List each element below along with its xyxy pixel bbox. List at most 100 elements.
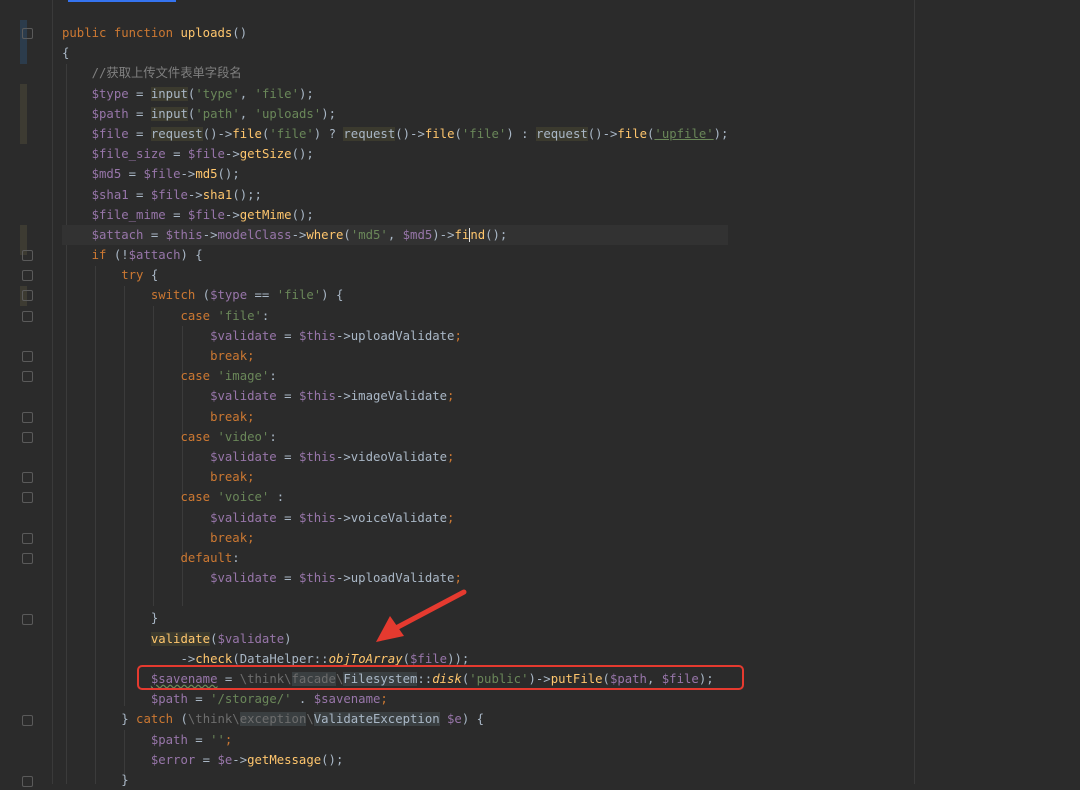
red-arrow-annotation-icon (376, 589, 467, 642)
code-line[interactable]: case 'voice' : (62, 487, 728, 507)
punctuation: ( (173, 712, 188, 727)
code-line[interactable]: $file_mime = $file->getMime(); (62, 205, 728, 225)
string: '/storage/' (210, 692, 292, 707)
fold-marker-icon[interactable] (22, 553, 33, 564)
operator: -> (335, 328, 351, 343)
punctuation: } (150, 611, 159, 626)
fold-marker-icon[interactable] (22, 432, 33, 443)
property: voiceValidate (350, 510, 448, 525)
string: 'file' (461, 126, 507, 141)
code-line[interactable]: switch ($type == 'file') { (62, 285, 728, 305)
code-line[interactable]: public function uploads() (62, 23, 728, 43)
code-editor[interactable]: public function uploads() { //获取上传文件表单字段… (0, 0, 1080, 787)
string: 'image' (217, 369, 270, 384)
string: 'file' (254, 86, 299, 101)
operator: -> (224, 147, 240, 162)
code-line[interactable]: $validate = $this->imageValidate; (62, 386, 728, 406)
code-line[interactable]: $path = ''; (62, 730, 728, 750)
string: 'file' (276, 288, 322, 303)
operator: = (276, 389, 299, 404)
operator: = (128, 106, 151, 121)
code-line-current[interactable]: $attach = $this->modelClass->where('md5'… (62, 224, 729, 246)
fold-marker-icon[interactable] (22, 311, 33, 322)
operator: = (276, 510, 299, 525)
punctuation: ; (380, 692, 388, 707)
method: sha1 (202, 187, 233, 202)
code-line[interactable]: $error = $e->getMessage(); (62, 750, 728, 770)
code-line[interactable]: break; (62, 467, 728, 487)
variable: $file (150, 187, 188, 202)
operator: = (165, 147, 188, 162)
code-line[interactable]: break; (62, 528, 728, 548)
right-margin-guide (914, 0, 915, 784)
punctuation: ); (713, 126, 729, 141)
code-line[interactable]: $file = request()->file('file') ? reques… (62, 124, 728, 144)
string: 'path' (195, 106, 240, 121)
variable: $validate (210, 328, 277, 343)
punctuation: ; (454, 571, 462, 586)
code-line[interactable]: break; (62, 407, 728, 427)
code-line[interactable]: case 'file': (62, 306, 728, 326)
fold-marker-icon[interactable] (22, 371, 33, 382)
fold-marker-icon[interactable] (22, 715, 33, 726)
variable: $validate (210, 389, 277, 404)
punctuation: (); (217, 167, 240, 182)
comment: //获取上传文件表单字段名 (91, 66, 242, 81)
namespace: \think\ (187, 712, 240, 727)
fold-marker-icon[interactable] (22, 492, 33, 503)
operator: -> (232, 752, 248, 767)
code-line[interactable]: { (62, 43, 728, 63)
punctuation: } (121, 712, 137, 727)
code-line[interactable]: $validate = $this->uploadValidate; (62, 326, 728, 346)
code-line[interactable]: if (!$attach) { (62, 245, 728, 265)
code-line[interactable]: break; (62, 346, 728, 366)
fold-marker-icon[interactable] (22, 28, 33, 39)
code-line[interactable]: //获取上传文件表单字段名 (62, 63, 728, 83)
string: 'upfile' (654, 126, 714, 141)
punctuation: ); (321, 106, 336, 121)
code-line[interactable]: } (62, 770, 728, 790)
function-name: uploads (180, 26, 233, 40)
fold-marker-icon[interactable] (22, 351, 33, 362)
code-line[interactable]: $validate = $this->videoValidate; (62, 447, 728, 467)
code-line[interactable]: } catch (\think\exception\ValidateExcept… (62, 709, 728, 729)
function-call: validate (150, 631, 211, 646)
property: imageValidate (350, 389, 448, 404)
code-line[interactable]: $sha1 = $file->sha1();; (62, 185, 728, 205)
keyword: case (180, 308, 211, 323)
operator: -> (335, 571, 351, 586)
keyword: catch (136, 712, 174, 727)
code-line[interactable]: $file_size = $file->getSize(); (62, 144, 728, 164)
punctuation: { (143, 268, 159, 283)
punctuation: )); (447, 651, 470, 666)
code-line[interactable]: $type = input('type', 'file'); (62, 84, 728, 104)
code-line[interactable]: try { (62, 265, 728, 285)
code-line[interactable]: $path = '/storage/' . $savename; (62, 689, 728, 709)
variable: $file (410, 651, 448, 666)
fold-marker-icon[interactable] (22, 776, 33, 787)
operator: = (187, 732, 211, 747)
fold-marker-icon[interactable] (22, 270, 33, 281)
punctuation: (); (321, 752, 344, 767)
fold-marker-icon[interactable] (22, 533, 33, 544)
punctuation: ();; (232, 187, 262, 202)
keyword: public (62, 26, 107, 40)
code-line[interactable]: case 'image': (62, 366, 728, 386)
operator: -> (291, 227, 307, 242)
code-line[interactable]: $md5 = $file->md5(); (62, 164, 728, 184)
fold-marker-icon[interactable] (22, 290, 33, 301)
fold-marker-icon[interactable] (22, 472, 33, 483)
code-line[interactable]: case 'video': (62, 427, 728, 447)
method: getMessage (247, 752, 322, 767)
code-line[interactable]: $validate = $this->voiceValidate; (62, 508, 728, 528)
punctuation: ()-> (587, 126, 618, 141)
function-call: input (150, 86, 188, 101)
variable: $file_size (91, 147, 166, 162)
code-line[interactable]: default: (62, 548, 728, 568)
fold-marker-icon[interactable] (22, 250, 33, 261)
fold-marker-icon[interactable] (22, 614, 33, 625)
operator: = (128, 187, 151, 202)
code-line[interactable]: $path = input('path', 'uploads'); (62, 104, 728, 124)
fold-marker-icon[interactable] (22, 412, 33, 423)
